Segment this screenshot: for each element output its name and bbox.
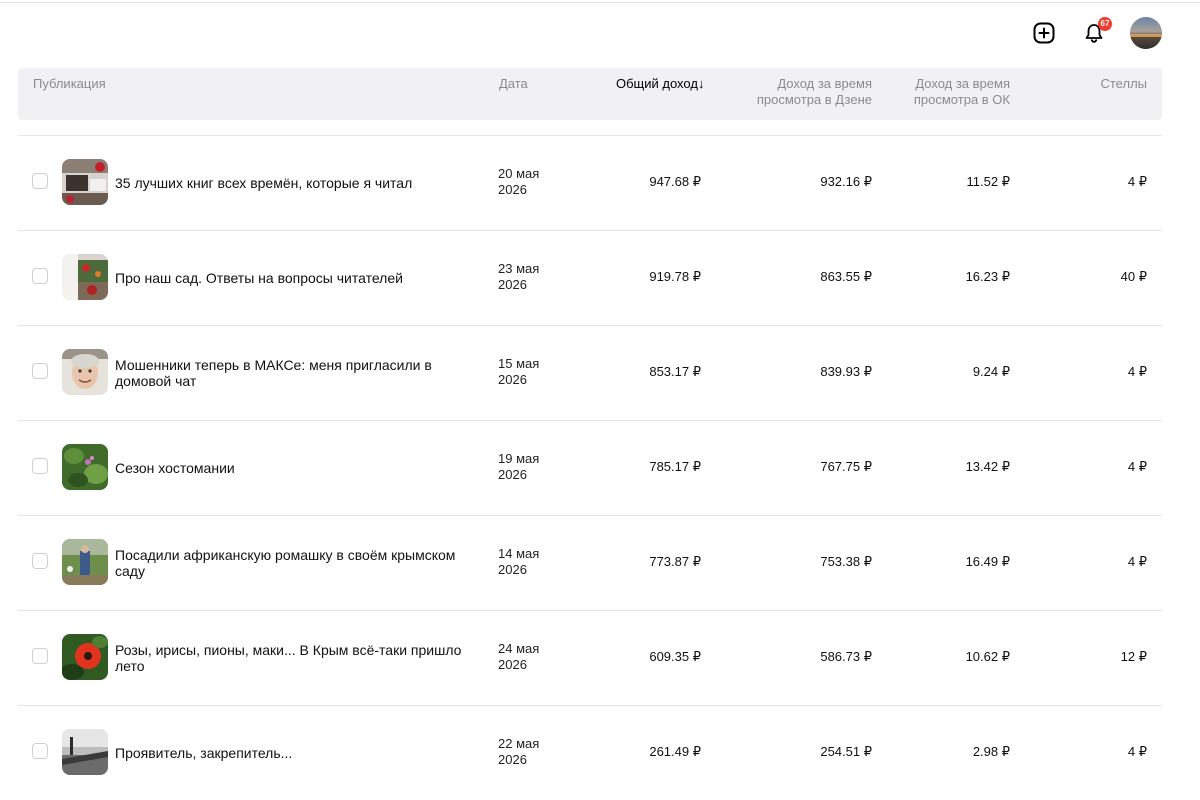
column-total-income[interactable]: Общий доход↓ (616, 76, 704, 92)
date-year: 2026 (498, 182, 527, 197)
stells-income: 4 ₽ (1127, 744, 1147, 759)
ok-income: 16.49 ₽ (965, 554, 1010, 569)
dzen-income: 839.93 ₽ (820, 364, 872, 379)
publications-table: Публикация Дата Общий доход↓ Доход за вр… (18, 68, 1162, 800)
publication-title[interactable]: Про наш сад. Ответы на вопросы читателей (115, 231, 485, 325)
thumbnail (62, 349, 108, 395)
row-checkbox[interactable] (32, 363, 48, 379)
table-row[interactable]: Проявитель, закрепитель... 22 мая 2026 2… (18, 706, 1162, 800)
table-row[interactable]: Про наш сад. Ответы на вопросы читателей… (18, 231, 1162, 326)
top-actions: 67 (1030, 17, 1162, 49)
date-year: 2026 (498, 657, 527, 672)
publication-date: 22 мая 2026 (498, 736, 568, 768)
dzen-income: 863.55 ₽ (820, 269, 872, 284)
column-ok-income-line1: Доход за время (915, 76, 1010, 91)
publication-date: 23 мая 2026 (498, 261, 568, 293)
row-checkbox[interactable] (32, 458, 48, 474)
date-day-month: 22 мая (498, 736, 540, 751)
add-icon (1033, 22, 1055, 44)
column-total-income-label: Общий доход (616, 76, 698, 91)
column-dzen-income-line2: просмотра в Дзене (756, 92, 872, 107)
dzen-income: 932.16 ₽ (820, 174, 872, 189)
column-publication[interactable]: Публикация (33, 76, 106, 92)
date-year: 2026 (498, 752, 527, 767)
thumbnail (62, 634, 108, 680)
date-day-month: 15 мая (498, 356, 540, 371)
publication-title[interactable]: Розы, ирисы, пионы, маки... В Крым всё-т… (115, 611, 485, 705)
ok-income: 13.42 ₽ (965, 459, 1010, 474)
stells-income: 4 ₽ (1127, 554, 1147, 569)
thumbnail (62, 159, 108, 205)
ok-income: 2.98 ₽ (972, 744, 1010, 759)
column-dzen-income[interactable]: Доход за время просмотра в Дзене (702, 76, 872, 108)
thumbnail (62, 729, 108, 775)
row-checkbox[interactable] (32, 743, 48, 759)
column-ok-income[interactable]: Доход за время просмотра в ОК (880, 76, 1010, 108)
total-income: 853.17 ₽ (649, 364, 701, 379)
ok-income: 9.24 ₽ (972, 364, 1010, 379)
publication-date: 20 мая 2026 (498, 166, 568, 198)
column-dzen-income-line1: Доход за время (777, 76, 872, 91)
date-year: 2026 (498, 277, 527, 292)
total-income: 261.49 ₽ (649, 744, 701, 759)
table-row[interactable]: Мошенники теперь в МАКСе: меня пригласил… (18, 326, 1162, 421)
publication-date: 19 мая 2026 (498, 451, 568, 483)
dzen-income: 753.38 ₽ (820, 554, 872, 569)
stells-income: 4 ₽ (1127, 459, 1147, 474)
column-date[interactable]: Дата (499, 76, 528, 92)
table-row[interactable]: Посадили африканскую ромашку в своём кры… (18, 516, 1162, 611)
row-checkbox[interactable] (32, 268, 48, 284)
row-checkbox[interactable] (32, 173, 48, 189)
dzen-income: 586.73 ₽ (820, 649, 872, 664)
ok-income: 11.52 ₽ (966, 174, 1010, 189)
stells-income: 40 ₽ (1120, 269, 1147, 284)
date-day-month: 23 мая (498, 261, 540, 276)
publication-date: 15 мая 2026 (498, 356, 568, 388)
publication-title[interactable]: 35 лучших книг всех времён, которые я чи… (115, 136, 485, 230)
row-checkbox[interactable] (32, 553, 48, 569)
date-day-month: 20 мая (498, 166, 540, 181)
add-publication-button[interactable] (1030, 19, 1058, 47)
notifications-button[interactable]: 67 (1080, 17, 1112, 47)
column-stells[interactable]: Стеллы (1047, 76, 1147, 92)
total-income: 947.68 ₽ (649, 174, 701, 189)
ok-income: 10.62 ₽ (965, 649, 1010, 664)
date-day-month: 24 мая (498, 641, 540, 656)
total-income: 919.78 ₽ (649, 269, 701, 284)
thumbnail (62, 539, 108, 585)
table-row[interactable]: Сезон хостомании 19 мая 2026 785.17 ₽ 76… (18, 421, 1162, 516)
table-row[interactable]: 35 лучших книг всех времён, которые я чи… (18, 136, 1162, 231)
dzen-income: 254.51 ₽ (820, 744, 872, 759)
top-divider (0, 2, 1200, 3)
stells-income: 12 ₽ (1120, 649, 1147, 664)
date-year: 2026 (498, 467, 527, 482)
row-checkbox[interactable] (32, 648, 48, 664)
publication-title[interactable]: Проявитель, закрепитель... (115, 706, 485, 800)
date-day-month: 14 мая (498, 546, 540, 561)
date-year: 2026 (498, 372, 527, 387)
ok-income: 16.23 ₽ (965, 269, 1010, 284)
avatar[interactable] (1130, 17, 1162, 49)
total-income: 609.35 ₽ (649, 649, 701, 664)
thumbnail (62, 444, 108, 490)
stells-income: 4 ₽ (1127, 174, 1147, 189)
publication-date: 24 мая 2026 (498, 641, 568, 673)
publication-date: 14 мая 2026 (498, 546, 568, 578)
publication-title[interactable]: Сезон хостомании (115, 421, 485, 515)
publication-title[interactable]: Посадили африканскую ромашку в своём кры… (115, 516, 485, 610)
total-income: 785.17 ₽ (649, 459, 701, 474)
stells-income: 4 ₽ (1127, 364, 1147, 379)
table-row[interactable]: Розы, ирисы, пионы, маки... В Крым всё-т… (18, 611, 1162, 706)
column-ok-income-line2: просмотра в ОК (913, 92, 1010, 107)
thumbnail (62, 254, 108, 300)
dzen-income: 767.75 ₽ (820, 459, 872, 474)
total-income: 773.87 ₽ (649, 554, 701, 569)
publication-title[interactable]: Мошенники теперь в МАКСе: меня пригласил… (115, 326, 485, 420)
notifications-badge: 67 (1098, 17, 1112, 31)
date-year: 2026 (498, 562, 527, 577)
table-header: Публикация Дата Общий доход↓ Доход за вр… (18, 68, 1162, 120)
date-day-month: 19 мая (498, 451, 540, 466)
